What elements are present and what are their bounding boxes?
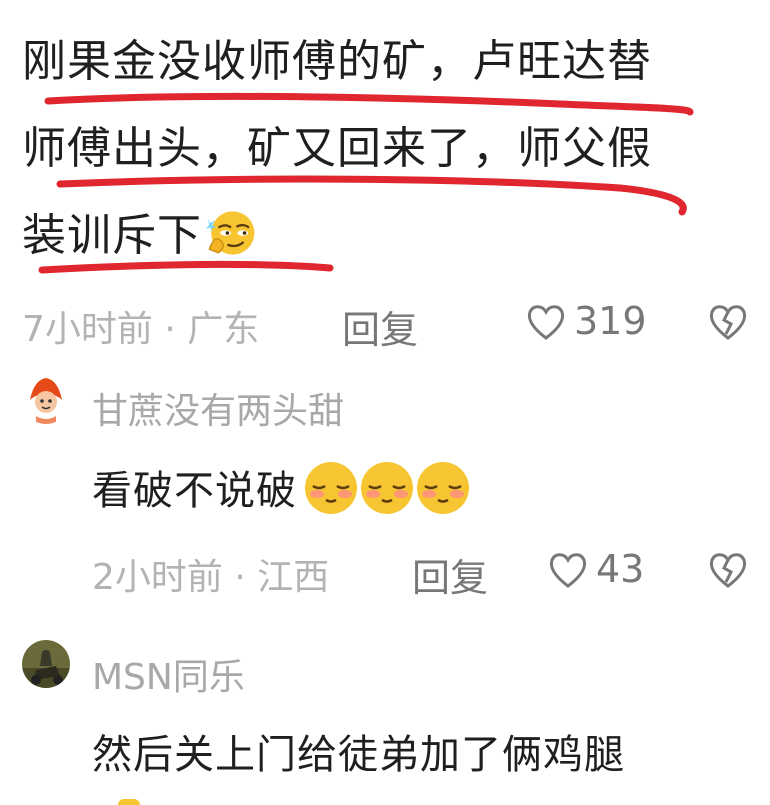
reply-1-text-content: 看破不说破 [92,468,297,514]
reply-1-like-count: 43 [596,547,645,591]
reply-1-text: 看破不说破 [92,458,473,518]
like-heart-icon[interactable] [524,300,568,344]
main-reply-button[interactable]: 回复 [342,299,418,354]
username-reply-2[interactable]: MSN同乐 [92,648,245,700]
shy-emoji-icon [417,462,469,514]
main-like-count: 319 [574,299,647,343]
comment-location: 广东 [187,309,260,350]
reply-2-text: 然后关上门给徒弟加了俩鸡腿 [92,732,625,778]
partial-emoji-icon [118,799,140,805]
avatar-reply-2[interactable] [22,640,70,688]
dislike-broken-heart-icon[interactable] [706,548,750,592]
reply-1-location: 江西 [257,557,330,598]
reply-1-meta: 2小时前 · 江西 [92,548,329,600]
underline-line-1 [44,92,694,116]
comment-time: 7小时前 [22,309,153,350]
reply-1-time: 2小时前 [92,557,223,598]
avatar-reply-1[interactable] [22,376,70,424]
underline-line-3 [38,260,334,274]
shy-emoji-icon [361,462,413,514]
underline-line-2 [56,175,687,216]
username-reply-1[interactable]: 甘蔗没有两头甜 [92,382,344,434]
reply-1-reply-button[interactable]: 回复 [412,547,488,602]
dislike-broken-heart-icon[interactable] [706,300,750,344]
meta-separator: · [164,309,176,350]
main-comment-meta: 7小时前 · 广东 [22,300,259,352]
meta-separator: · [234,557,246,598]
like-heart-icon[interactable] [546,548,590,592]
shy-emoji-icon [305,462,357,514]
